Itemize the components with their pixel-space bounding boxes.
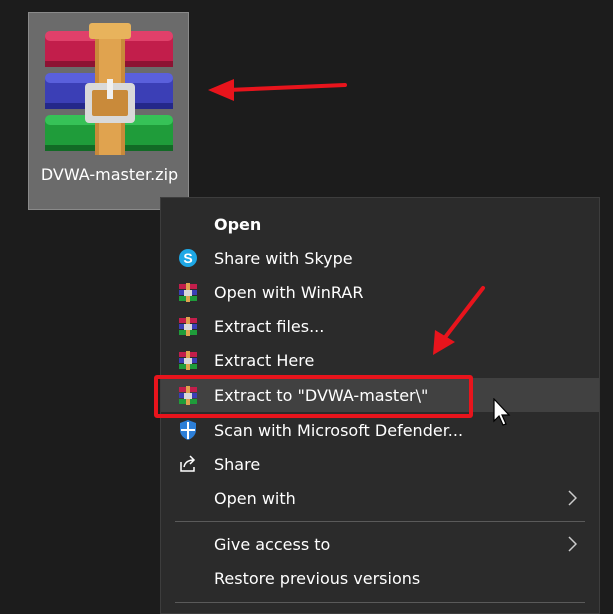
menu-item-extract-here[interactable]: Extract Here	[161, 343, 599, 377]
menu-item-label: Restore previous versions	[214, 568, 421, 588]
winrar-icon	[177, 315, 199, 337]
file-item-dvwa-master-zip[interactable]: DVWA-master.zip	[28, 12, 189, 210]
menu-item-label: Scan with Microsoft Defender...	[214, 420, 464, 440]
winrar-icon	[177, 281, 199, 303]
menu-separator	[175, 602, 585, 603]
chevron-right-icon	[568, 490, 577, 506]
menu-item-label: Open with WinRAR	[214, 282, 364, 302]
menu-item-share[interactable]: Share	[161, 447, 599, 481]
menu-item-label: Extract files...	[214, 316, 325, 336]
winrar-archive-icon	[45, 23, 173, 155]
menu-item-label: Open	[214, 214, 262, 234]
menu-separator	[175, 521, 585, 522]
desktop: DVWA-master.zip Open S Share with Skype	[0, 0, 613, 614]
menu-item-give-access-to[interactable]: Give access to	[161, 527, 599, 561]
menu-item-label: Open with	[214, 488, 296, 508]
menu-item-label: Extract Here	[214, 350, 315, 370]
annotation-arrow-file	[208, 79, 347, 101]
menu-item-share-with-skype[interactable]: S Share with Skype	[161, 241, 599, 275]
menu-item-label: Share	[214, 454, 261, 474]
menu-item-open-with[interactable]: Open with	[161, 481, 599, 515]
chevron-right-icon	[568, 536, 577, 552]
share-icon	[177, 453, 199, 475]
defender-shield-icon	[177, 419, 199, 441]
menu-item-open[interactable]: Open	[161, 207, 599, 241]
menu-item-restore-previous-versions[interactable]: Restore previous versions	[161, 561, 599, 595]
winrar-icon	[177, 384, 199, 406]
menu-item-open-with-winrar[interactable]: Open with WinRAR	[161, 275, 599, 309]
context-menu: Open S Share with Skype Open with WinRAR…	[160, 197, 600, 614]
file-name-label: DVWA-master.zip	[40, 165, 179, 184]
menu-item-label: Share with Skype	[214, 248, 353, 268]
menu-item-label: Give access to	[214, 534, 331, 554]
menu-item-extract-files[interactable]: Extract files...	[161, 309, 599, 343]
svg-text:S: S	[183, 250, 192, 266]
menu-item-scan-with-defender[interactable]: Scan with Microsoft Defender...	[161, 413, 599, 447]
skype-icon: S	[177, 247, 199, 269]
menu-item-extract-to-folder[interactable]: Extract to "DVWA-master\"	[161, 378, 599, 412]
winrar-icon	[177, 349, 199, 371]
mouse-cursor-icon	[493, 398, 511, 426]
menu-item-label: Extract to "DVWA-master\"	[214, 385, 429, 405]
